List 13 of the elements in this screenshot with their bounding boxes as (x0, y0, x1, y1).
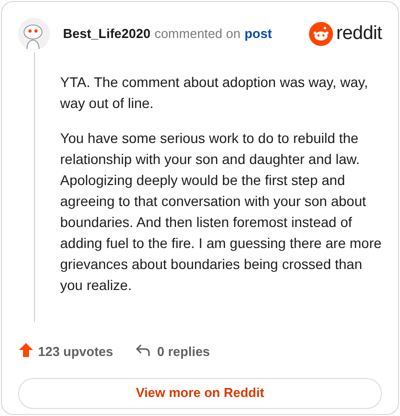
comment-paragraph: YTA. The comment about adoption was way, way, way out of line. (60, 73, 370, 113)
comment-action-text: commented on (154, 25, 240, 44)
comment-paragraph: You have some serious work to do to rebuild the relationship with your son and daughter and law. Apologizing deeply would be the first step and agreeing to that conversation with your son about boundaries. And then listen foremost instead of adding fuel to the fire. I am guessing there are more grievances about boundaries being crossed than you realize. (60, 129, 382, 295)
reply-count: 0 replies (157, 343, 210, 361)
username[interactable]: Best_Life2020 (63, 24, 150, 44)
avatar-icon (18, 17, 50, 51)
brand-name: reddit (336, 22, 382, 46)
view-more-button[interactable]: View more on Reddit (18, 378, 382, 408)
upvote-count: 123 upvotes (38, 343, 114, 361)
post-link[interactable]: post (244, 24, 272, 44)
reply-arrow-icon[interactable] (135, 342, 152, 358)
upvote-arrow-icon[interactable] (18, 342, 34, 358)
alien-logo-icon (309, 22, 334, 46)
